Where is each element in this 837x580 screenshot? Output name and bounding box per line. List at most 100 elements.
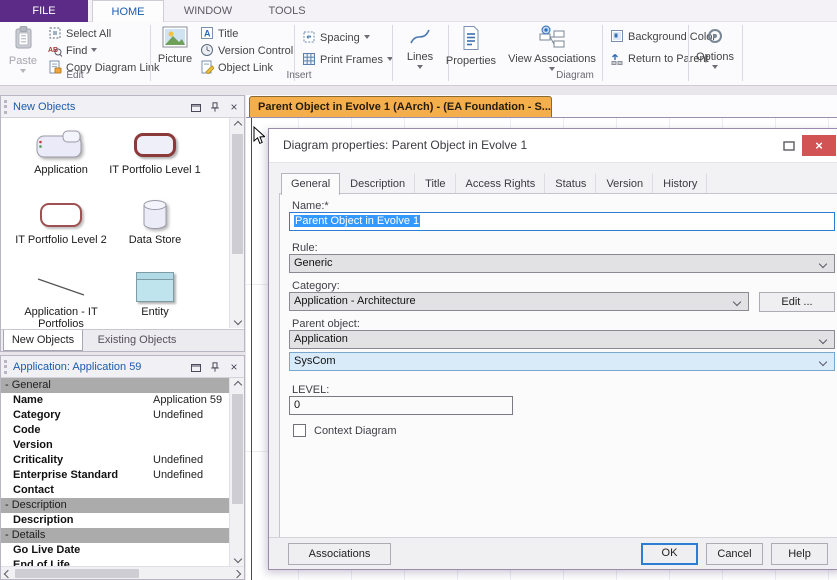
property-row[interactable]: CategoryUndefined [1, 408, 230, 423]
parent-object-select[interactable]: Application [289, 330, 835, 349]
dialog-tab-general[interactable]: General [281, 173, 340, 195]
level-label: LEVEL: [292, 384, 329, 396]
dialog-tab-access-rights[interactable]: Access Rights [456, 173, 546, 193]
dialog-tab-description[interactable]: Description [340, 173, 415, 193]
tab-new-objects[interactable]: New Objects [3, 330, 83, 351]
close-icon[interactable]: × [802, 135, 836, 156]
scroll-left-icon[interactable] [4, 569, 12, 577]
scroll-thumb[interactable] [15, 569, 139, 578]
new-objects-scrollbar[interactable] [229, 118, 244, 328]
stencil-item-entity[interactable]: Entity [109, 268, 201, 318]
level-input[interactable]: 0 [289, 396, 513, 415]
context-diagram-checkbox[interactable] [293, 424, 306, 437]
edit-category-button[interactable]: Edit ... [759, 292, 835, 312]
background-color-icon [610, 29, 624, 43]
section-header[interactable]: - Details [1, 528, 230, 543]
dialog-title-bar[interactable]: Diagram properties: Parent Object in Evo… [269, 129, 837, 163]
stencil-item-application[interactable]: Application [15, 126, 107, 176]
object-panel-hscrollbar[interactable] [1, 566, 244, 579]
ok-button[interactable]: OK [641, 543, 698, 565]
panel-grip[interactable] [4, 100, 7, 114]
category-select[interactable]: Application - Architecture [289, 292, 749, 311]
dropdown-arrow-icon [364, 35, 370, 39]
scroll-down-icon[interactable] [233, 555, 241, 563]
stencil-tab-bar: New Objects Existing Objects [1, 329, 244, 351]
parent-object-select-2[interactable]: SysCom [289, 352, 835, 371]
scroll-up-icon[interactable] [233, 121, 241, 129]
dialog-general-page: Name:* Parent Object in Evolve 1 Rule: G… [279, 193, 837, 539]
return-to-parent-icon [610, 51, 624, 65]
document-tab[interactable]: Parent Object in Evolve 1 (AArch) - (EA … [249, 96, 552, 117]
picture-icon [154, 25, 196, 52]
panel-pin-icon[interactable] [208, 360, 222, 374]
section-header[interactable]: - General [1, 378, 230, 393]
dialog-tab-strip: General Description Title Access Rights … [281, 173, 707, 194]
property-row[interactable]: Version [1, 438, 230, 453]
dialog-tab-version[interactable]: Version [596, 173, 653, 193]
title-button[interactable]: ATitle [200, 26, 238, 42]
stencil-item-it-portfolio-level-1[interactable]: IT Portfolio Level 1 [109, 126, 201, 176]
property-row[interactable]: Go Live Date [1, 543, 230, 558]
scroll-down-icon[interactable] [233, 317, 241, 325]
portfolio-1-shape-icon [134, 133, 176, 157]
selected-text: Parent Object in Evolve 1 [294, 215, 420, 227]
dialog-tab-title[interactable]: Title [415, 173, 455, 193]
restore-icon[interactable] [782, 139, 796, 152]
chevron-down-icon [733, 298, 741, 306]
ribbon-tab-bar: FILE HOME WINDOW TOOLS [0, 0, 837, 22]
context-diagram-label: Context Diagram [314, 425, 397, 437]
property-row[interactable]: Description [1, 513, 230, 528]
spacing-icon [302, 30, 316, 44]
section-header[interactable]: - Description [1, 498, 230, 513]
scroll-right-icon[interactable] [233, 569, 241, 577]
group-separator [742, 25, 743, 81]
property-row[interactable]: Contact [1, 483, 230, 498]
tab-file[interactable]: FILE [0, 0, 88, 22]
svg-text:AB: AB [48, 47, 58, 54]
tab-home[interactable]: HOME [92, 0, 164, 22]
property-row[interactable]: Code [1, 423, 230, 438]
dialog-tab-history[interactable]: History [653, 173, 707, 193]
rule-select[interactable]: Generic [289, 254, 835, 273]
stencil-item-data-store[interactable]: Data Store [109, 196, 201, 246]
properties-icon [440, 25, 502, 54]
application-shape-icon [34, 128, 88, 162]
property-row[interactable]: NameApplication 59 [1, 393, 230, 408]
panel-grip[interactable] [4, 360, 7, 374]
stencil-item-application-it-portfolios[interactable]: Application - IT Portfolios [15, 268, 107, 330]
property-row[interactable]: Enterprise StandardUndefined [1, 468, 230, 483]
panel-float-icon[interactable] [189, 360, 203, 374]
tab-window[interactable]: WINDOW [168, 0, 248, 22]
version-control-button[interactable]: Version Control [200, 43, 293, 59]
ribbon: Paste Select All ABFind Copy Diagram Lin… [0, 22, 837, 86]
scroll-thumb[interactable] [232, 134, 243, 254]
property-row[interactable]: CriticalityUndefined [1, 453, 230, 468]
dialog-tab-status[interactable]: Status [545, 173, 596, 193]
object-panel-vscrollbar[interactable] [229, 378, 244, 566]
association-line-icon [34, 275, 88, 299]
spacing-button[interactable]: Spacing [302, 30, 370, 46]
edit-group-label: Edit [0, 70, 150, 82]
panel-float-icon[interactable] [189, 100, 203, 114]
cancel-button[interactable]: Cancel [706, 543, 763, 565]
dropdown-arrow-icon [91, 48, 97, 52]
view-associations-icon [504, 25, 600, 52]
property-row[interactable]: End of Life [1, 558, 230, 566]
stencil-item-it-portfolio-level-2[interactable]: IT Portfolio Level 2 [15, 196, 107, 246]
associations-button[interactable]: Associations [288, 543, 391, 565]
clipboard-icon [2, 25, 44, 54]
panel-close-icon[interactable]: × [227, 360, 241, 374]
tab-tools[interactable]: TOOLS [252, 0, 322, 22]
select-all-button[interactable]: Select All [48, 26, 111, 42]
panel-close-icon[interactable]: × [227, 100, 241, 114]
tab-existing-objects[interactable]: Existing Objects [85, 330, 189, 351]
find-button[interactable]: ABFind [48, 43, 97, 59]
help-button[interactable]: Help [771, 543, 828, 565]
panel-pin-icon[interactable] [208, 100, 222, 114]
scroll-thumb[interactable] [232, 394, 243, 504]
scroll-up-icon[interactable] [233, 381, 241, 389]
entity-shape-icon [136, 272, 174, 302]
print-frames-button[interactable]: Print Frames [302, 52, 393, 68]
diagram-properties-dialog: Diagram properties: Parent Object in Evo… [268, 128, 837, 570]
name-input[interactable]: Parent Object in Evolve 1 [289, 212, 835, 231]
